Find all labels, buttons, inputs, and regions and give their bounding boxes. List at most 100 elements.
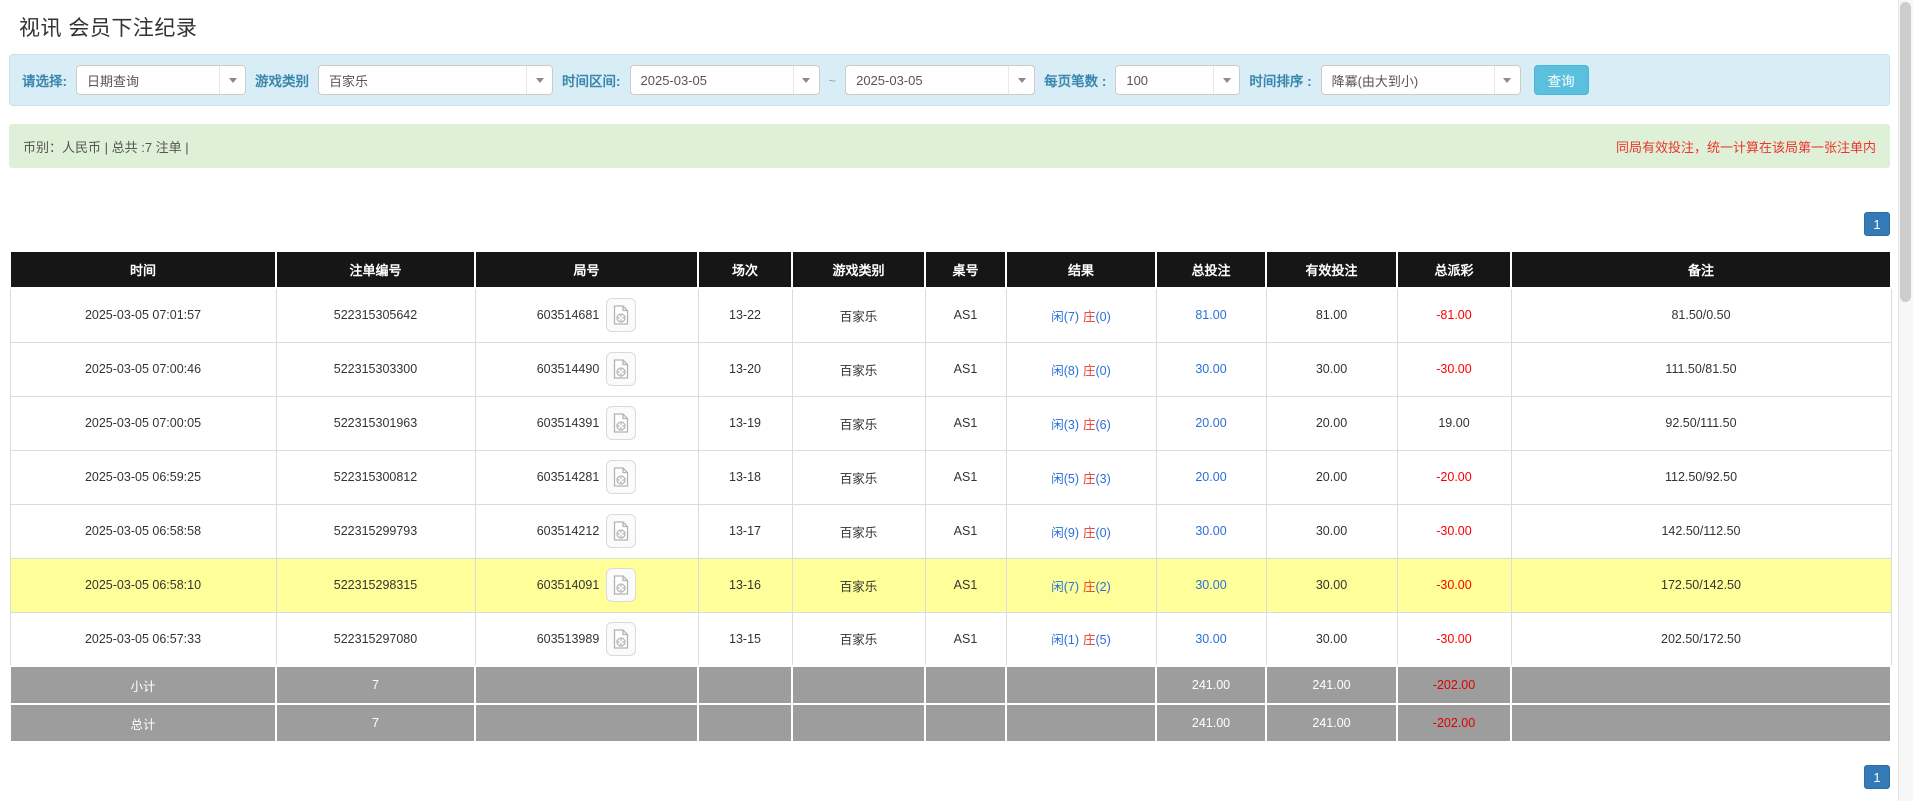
subtotal-payout: -202.00 <box>1397 666 1511 704</box>
result-banker-points: (0) <box>1096 310 1111 324</box>
chevron-down-icon <box>1213 66 1239 94</box>
total-bet-link[interactable]: 20.00 <box>1195 416 1226 430</box>
chevron-down-icon <box>793 66 819 94</box>
cell-total-bet: 20.00 <box>1156 396 1266 450</box>
grand-total-row: 总计 7 241.00 241.00 -202.00 <box>10 704 1891 742</box>
cell-result: 闲(8)庄(0) <box>1006 342 1156 396</box>
date-to-select[interactable]: 2025-03-05 <box>845 65 1035 95</box>
result-banker-points: (0) <box>1096 526 1111 540</box>
table-row: 2025-03-05 06:57:33 522315297080 6035139… <box>10 612 1891 666</box>
cell-total-bet: 20.00 <box>1156 450 1266 504</box>
game-category-value: 百家乐 <box>319 71 526 90</box>
round-number: 603513989 <box>537 632 600 646</box>
video-replay-button[interactable] <box>606 298 636 332</box>
cell-valid-bet: 30.00 <box>1266 558 1397 612</box>
time-sort-label: 时间排序 : <box>1249 70 1311 90</box>
table-row: 2025-03-05 06:59:25 522315300812 6035142… <box>10 450 1891 504</box>
col-session: 场次 <box>698 251 792 288</box>
cell-remark: 92.50/111.50 <box>1511 396 1891 450</box>
cell-time: 2025-03-05 06:59:25 <box>10 450 276 504</box>
cell-total-bet: 30.00 <box>1156 558 1266 612</box>
cell-result: 闲(5) 庄(3) <box>1006 450 1156 504</box>
vertical-scrollbar[interactable] <box>1898 0 1913 801</box>
total-bet-link[interactable]: 30.00 <box>1195 362 1226 376</box>
search-button[interactable]: 查询 <box>1534 65 1589 95</box>
page-1-button[interactable]: 1 <box>1864 765 1890 789</box>
col-game: 游戏类别 <box>792 251 925 288</box>
cell-valid-bet: 81.00 <box>1266 288 1397 342</box>
subtotal-label: 小计 <box>10 666 276 704</box>
valid-bet-notice: 同局有效投注，统一计算在该局第一张注单内 <box>1616 137 1876 156</box>
result-banker-label: 庄 <box>1083 418 1096 432</box>
date-range-separator: ~ <box>829 73 837 88</box>
cell-game: 百家乐 <box>792 558 925 612</box>
table-body: 2025-03-05 07:01:57 522315305642 6035146… <box>10 288 1891 666</box>
summary-bar: 币别：人民币 | 总共 :7 注单 | 同局有效投注，统一计算在该局第一张注单内 <box>9 124 1890 168</box>
page-size-select[interactable]: 100 <box>1115 65 1240 95</box>
cell-remark: 111.50/81.50 <box>1511 342 1891 396</box>
result-banker-label: 庄 <box>1083 472 1096 486</box>
result-banker-points: (2) <box>1096 580 1111 594</box>
cell-table: AS1 <box>925 288 1006 342</box>
cell-table: AS1 <box>925 342 1006 396</box>
round-number: 603514391 <box>537 416 600 430</box>
total-bet-link[interactable]: 81.00 <box>1195 308 1226 322</box>
result-banker-points: (0) <box>1096 364 1111 378</box>
cell-time: 2025-03-05 06:57:33 <box>10 612 276 666</box>
result-banker-points: (3) <box>1096 472 1111 486</box>
col-round: 局号 <box>475 251 698 288</box>
date-from-select[interactable]: 2025-03-05 <box>630 65 820 95</box>
grand-total-label: 总计 <box>10 704 276 742</box>
video-replay-button[interactable] <box>606 622 636 656</box>
game-category-select[interactable]: 百家乐 <box>318 65 553 95</box>
video-replay-button[interactable] <box>606 514 636 548</box>
result-banker-label: 庄 <box>1083 310 1096 324</box>
cell-bet-id: 522315299793 <box>276 504 475 558</box>
col-valid-bet: 有效投注 <box>1266 251 1397 288</box>
page-size-value: 100 <box>1116 73 1213 88</box>
scrollbar-thumb[interactable] <box>1900 2 1911 302</box>
video-replay-button[interactable] <box>606 406 636 440</box>
cell-game: 百家乐 <box>792 612 925 666</box>
video-replay-button[interactable] <box>606 352 636 386</box>
col-bet-id: 注单编号 <box>276 251 475 288</box>
subtotal-valid-bet: 241.00 <box>1266 666 1397 704</box>
col-result: 结果 <box>1006 251 1156 288</box>
result-banker-points: (6) <box>1096 418 1111 432</box>
total-bet-link[interactable]: 20.00 <box>1195 470 1226 484</box>
video-replay-button[interactable] <box>606 568 636 602</box>
cell-time: 2025-03-05 07:01:57 <box>10 288 276 342</box>
pagination-bottom: 1 <box>9 765 1890 789</box>
subtotal-total-bet: 241.00 <box>1156 666 1266 704</box>
cell-table: AS1 <box>925 396 1006 450</box>
table-row: 2025-03-05 07:01:57 522315305642 6035146… <box>10 288 1891 342</box>
cell-session: 13-19 <box>698 396 792 450</box>
table-row: 2025-03-05 07:00:05 522315301963 6035143… <box>10 396 1891 450</box>
date-to-value: 2025-03-05 <box>846 73 1008 88</box>
subtotal-count: 7 <box>276 666 475 704</box>
video-file-icon <box>613 521 629 541</box>
cell-valid-bet: 30.00 <box>1266 612 1397 666</box>
cell-payout: -30.00 <box>1397 504 1511 558</box>
video-replay-button[interactable] <box>606 460 636 494</box>
cell-table: AS1 <box>925 612 1006 666</box>
date-from-value: 2025-03-05 <box>631 73 793 88</box>
result-player: 闲(3) <box>1051 418 1079 432</box>
query-type-label: 请选择: <box>22 70 67 90</box>
result-banker-label: 庄 <box>1083 364 1096 378</box>
cell-game: 百家乐 <box>792 450 925 504</box>
col-payout: 总派彩 <box>1397 251 1511 288</box>
filter-panel: 请选择: 日期查询 游戏类别 百家乐 时间区间: 2025-03-05 ~ 20… <box>9 54 1890 106</box>
total-bet-link[interactable]: 30.00 <box>1195 578 1226 592</box>
video-file-icon <box>613 629 629 649</box>
cell-remark: 142.50/112.50 <box>1511 504 1891 558</box>
result-player: 闲(5) <box>1051 472 1079 486</box>
cell-result: 闲(7)庄(0) <box>1006 288 1156 342</box>
page-1-button[interactable]: 1 <box>1864 212 1890 236</box>
time-sort-select[interactable]: 降冪(由大到小) <box>1321 65 1521 95</box>
table-row: 2025-03-05 06:58:10 522315298315 6035140… <box>10 558 1891 612</box>
total-bet-link[interactable]: 30.00 <box>1195 632 1226 646</box>
cell-time: 2025-03-05 07:00:46 <box>10 342 276 396</box>
total-bet-link[interactable]: 30.00 <box>1195 524 1226 538</box>
query-type-select[interactable]: 日期查询 <box>76 65 246 95</box>
